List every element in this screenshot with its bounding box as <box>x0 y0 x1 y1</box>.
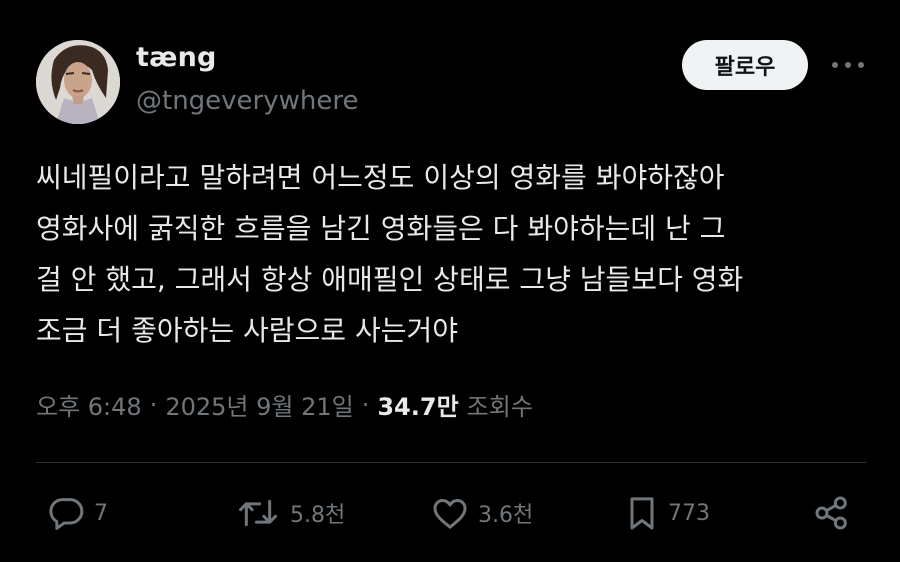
repost-icon <box>239 499 277 527</box>
bookmark-button[interactable]: 773 <box>624 488 710 538</box>
tweet-text-line: 걸 안 했고, 그래서 항상 애매필인 상태로 그냥 남들보다 영화 <box>36 263 744 296</box>
avatar[interactable] <box>36 40 120 124</box>
tweet-meta: 오후 6:48 · 2025년 9월 21일 · 34.7만 조회수 <box>36 387 533 422</box>
meta-separator: · <box>361 390 370 419</box>
more-dots-icon <box>832 62 864 68</box>
tweet-date[interactable]: 2025년 9월 21일 <box>165 387 353 422</box>
follow-button[interactable]: 팔로우 <box>682 40 808 90</box>
tweet-time[interactable]: 오후 6:48 <box>36 387 142 422</box>
views-label[interactable]: 조회수 <box>467 387 533 422</box>
avatar-photo <box>36 40 120 124</box>
tweet-text-line: 영화사에 굵직한 흐름을 남긴 영화들은 다 봐야하는데 난 그 <box>36 212 726 245</box>
user-handle[interactable]: @tngeverywhere <box>136 86 359 116</box>
bookmark-count: 773 <box>668 500 710 526</box>
like-count: 3.6천 <box>478 503 534 528</box>
like-button[interactable]: 3.6천 <box>430 488 533 538</box>
tweet-text-line: 씨네필이라고 말하려면 어느정도 이상의 영화를 봐야하잖아 <box>36 161 725 194</box>
tweet-text-line: 조금 더 좋아하는 사람으로 사는거야 <box>36 314 459 347</box>
views-count[interactable]: 34.7만 <box>377 387 458 422</box>
more-button[interactable] <box>828 50 868 80</box>
action-bar: 7 5.8천 3.6천 773 <box>0 488 900 538</box>
share-button[interactable] <box>812 488 852 538</box>
share-icon <box>815 496 847 530</box>
reply-icon <box>49 498 84 530</box>
repost-count: 5.8천 <box>290 503 346 528</box>
heart-icon <box>433 499 467 529</box>
reply-button[interactable]: 7 <box>46 488 108 538</box>
tweet-text: 씨네필이라고 말하려면 어느정도 이상의 영화를 봐야하잖아 영화사에 굵직한 … <box>36 152 876 356</box>
meta-separator: · <box>149 390 158 419</box>
display-name[interactable]: tæng <box>136 42 217 73</box>
repost-button[interactable]: 5.8천 <box>234 488 345 538</box>
bookmark-icon <box>630 497 654 530</box>
reply-count: 7 <box>94 500 108 526</box>
divider <box>36 462 866 463</box>
